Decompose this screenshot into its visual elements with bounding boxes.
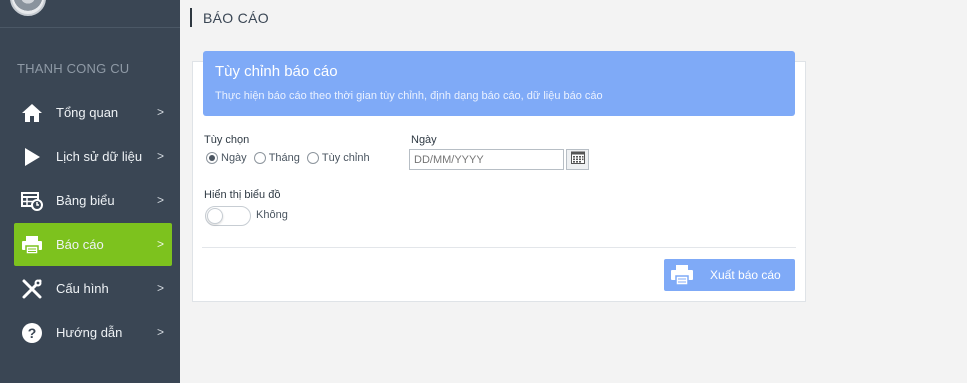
chevron-right-icon: >: [156, 281, 164, 295]
export-button-label: Xuất báo cáo: [710, 268, 781, 282]
sidebar-item-label: Hướng dẫn: [56, 325, 123, 340]
printer-icon: [21, 234, 43, 256]
chevron-right-icon: >: [156, 325, 164, 339]
user-strip: [0, 0, 180, 28]
radio-dot[interactable]: [306, 152, 319, 164]
sidebar-nav: Tổng quan > Lịch sử dữ liệu > Bảng biểu …: [14, 91, 172, 355]
date-input[interactable]: [409, 149, 564, 170]
avatar[interactable]: [10, 0, 46, 16]
date-label: Ngày: [411, 134, 437, 146]
banner-title: Tùy chỉnh báo cáo: [215, 63, 338, 80]
table-icon: [21, 190, 43, 212]
radio-label: Ngày: [221, 152, 247, 164]
period-radio-group: Ngày Tháng Tùy chỉnh: [206, 152, 377, 164]
radio-ngay[interactable]: Ngày: [206, 152, 247, 164]
svg-text:?: ?: [28, 325, 37, 341]
home-icon: [21, 102, 43, 124]
chart-label: Hiển thị biểu đồ: [204, 189, 281, 201]
chart-toggle[interactable]: [205, 206, 251, 226]
tools-icon: [21, 278, 43, 300]
radio-label: Tùy chỉnh: [321, 152, 370, 164]
sidebar: THANH CONG CU Tổng quan > Lịch sử dữ liệ…: [0, 0, 180, 383]
calendar-button[interactable]: [566, 149, 589, 170]
user-name: [54, 0, 174, 4]
export-report-button[interactable]: Xuất báo cáo: [664, 259, 795, 291]
sidebar-section-title: THANH CONG CU: [17, 61, 130, 76]
chevron-right-icon: >: [156, 105, 164, 119]
sidebar-item-huong-dan[interactable]: ? Hướng dẫn >: [14, 311, 172, 354]
toggle-knob: [207, 208, 223, 224]
radio-dot[interactable]: [253, 152, 266, 164]
sidebar-item-lich-su-du-lieu[interactable]: Lịch sử dữ liệu >: [14, 135, 172, 178]
sidebar-item-cau-hinh[interactable]: Cấu hình >: [14, 267, 172, 310]
page-title: BÁO CÁO: [203, 10, 269, 26]
sidebar-item-bao-cao[interactable]: Báo cáo >: [14, 223, 172, 266]
sidebar-item-label: Báo cáo: [56, 237, 104, 252]
sidebar-item-label: Tổng quan: [56, 105, 119, 120]
chevron-right-icon: >: [156, 193, 164, 207]
header-divider: [190, 8, 192, 27]
radio-label: Tháng: [268, 152, 300, 164]
radio-thang[interactable]: Tháng: [253, 152, 300, 164]
sidebar-item-label: Cấu hình: [56, 281, 109, 296]
radio-dot[interactable]: [206, 152, 218, 164]
radio-tuy-chinh[interactable]: Tùy chỉnh: [306, 152, 370, 164]
sidebar-item-bang-bieu[interactable]: Bảng biểu >: [14, 179, 172, 222]
sidebar-item-tong-quan[interactable]: Tổng quan >: [14, 91, 172, 134]
option-label: Tùy chọn: [204, 134, 250, 146]
chevron-right-icon: >: [156, 237, 164, 251]
banner-subtitle: Thực hiện báo cáo theo thời gian tùy chỉ…: [215, 90, 603, 102]
calendar-icon: [570, 151, 585, 169]
sidebar-item-label: Lịch sử dữ liệu: [56, 149, 143, 164]
printer-icon: [670, 264, 694, 286]
chart-toggle-text: Không: [256, 209, 288, 221]
help-icon: ?: [21, 322, 43, 344]
sidebar-item-label: Bảng biểu: [56, 193, 115, 208]
report-banner: Tùy chỉnh báo cáo Thực hiện báo cáo theo…: [203, 51, 795, 116]
card-divider: [202, 247, 796, 248]
play-icon: [21, 146, 43, 168]
chevron-right-icon: >: [156, 149, 164, 163]
